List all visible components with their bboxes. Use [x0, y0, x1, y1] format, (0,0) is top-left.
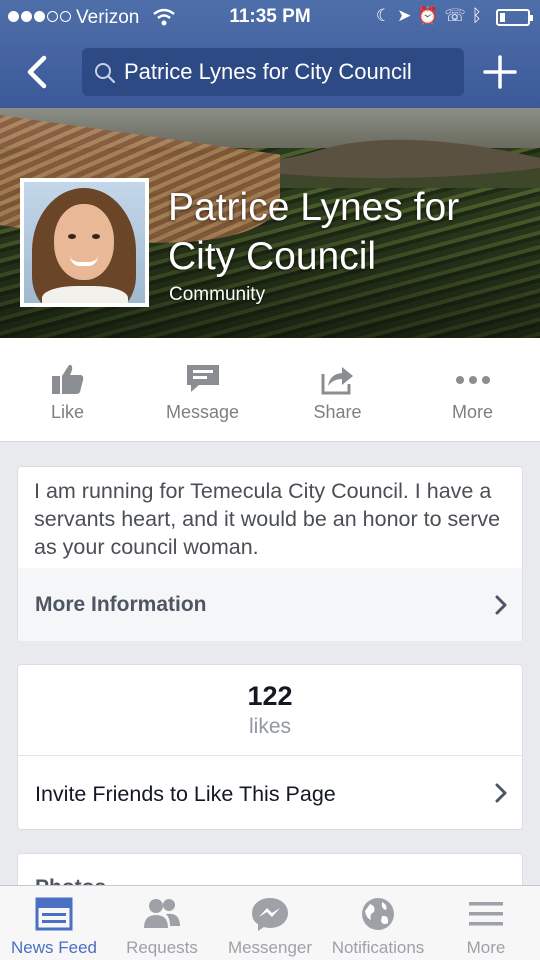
avatar	[24, 182, 145, 303]
status-icons: ☾➤⏰☏ᛒ	[376, 6, 488, 26]
likes-card: 122 likes Invite Friends to Like This Pa…	[17, 664, 523, 830]
search-icon	[95, 63, 116, 84]
bluetooth-icon: ᛒ	[471, 6, 488, 25]
globe-icon	[362, 898, 394, 930]
profile-picture[interactable]	[20, 178, 149, 307]
friend-requests-icon	[144, 899, 180, 928]
messenger-icon	[252, 898, 288, 931]
battery-icon	[496, 9, 533, 26]
page-title: Patrice Lynes for City Council	[168, 186, 460, 278]
more-dots-icon	[455, 376, 490, 384]
share-label: Share	[313, 402, 362, 422]
chevron-right-icon	[495, 595, 507, 615]
tab-label: Notifications	[331, 938, 425, 957]
like-button[interactable]: Like	[0, 338, 135, 442]
about-card: I am running for Temecula City Council. …	[17, 466, 523, 641]
alarm-icon: ⏰	[417, 6, 445, 25]
top-bar: Verizon 11:35 PM ☾➤⏰☏ᛒ Patrice Lynes for…	[0, 0, 540, 108]
tab-label: More	[466, 938, 506, 957]
page-actions: Like Message Share More	[0, 338, 540, 442]
back-button[interactable]	[18, 50, 58, 94]
tab-label: News Feed	[11, 938, 97, 957]
tab-label: Requests	[126, 938, 198, 957]
share-icon	[321, 367, 353, 395]
tab-label: Messenger	[227, 938, 313, 957]
message-button[interactable]: Message	[135, 338, 270, 442]
search-field[interactable]: Patrice Lynes for City Council	[82, 48, 464, 96]
location-arrow-icon: ➤	[397, 6, 418, 25]
share-button[interactable]: Share	[270, 338, 405, 442]
message-icon	[186, 365, 219, 392]
more-label: More	[451, 402, 493, 422]
tab-more[interactable]: More	[432, 886, 540, 960]
page-category[interactable]: Community	[169, 284, 265, 306]
tty-icon: ☏	[444, 6, 472, 25]
invite-friends-row[interactable]: Invite Friends to Like This Page	[18, 755, 522, 830]
likes-label: likes	[248, 715, 291, 738]
more-information-label: More Information	[35, 593, 207, 616]
invite-friends-label: Invite Friends to Like This Page	[35, 782, 336, 806]
menu-icon	[469, 902, 503, 926]
likes-count: 122	[247, 681, 293, 711]
message-label: Message	[165, 402, 240, 422]
tab-messenger[interactable]: Messenger	[216, 886, 324, 960]
news-feed-icon	[35, 897, 73, 931]
tab-news-feed[interactable]: News Feed	[0, 886, 108, 960]
chevron-left-icon	[27, 55, 47, 89]
moon-icon: ☾	[375, 6, 398, 25]
about-description: I am running for Temecula City Council. …	[34, 479, 501, 559]
tab-requests[interactable]: Requests	[108, 886, 216, 960]
add-button[interactable]	[480, 52, 520, 92]
status-bar: Verizon 11:35 PM ☾➤⏰☏ᛒ	[0, 0, 540, 36]
tab-notifications[interactable]: Notifications	[324, 886, 432, 960]
more-information-row[interactable]: More Information	[18, 568, 522, 641]
plus-icon	[483, 55, 517, 89]
chevron-right-icon	[495, 783, 507, 803]
like-label: Like	[50, 402, 85, 422]
battery-fill	[500, 13, 505, 22]
search-query: Patrice Lynes for City Council	[124, 59, 412, 84]
more-button[interactable]: More	[405, 338, 540, 442]
tab-bar: News Feed Requests Messenger Notificatio…	[0, 885, 540, 960]
thumbs-up-icon	[51, 364, 83, 394]
